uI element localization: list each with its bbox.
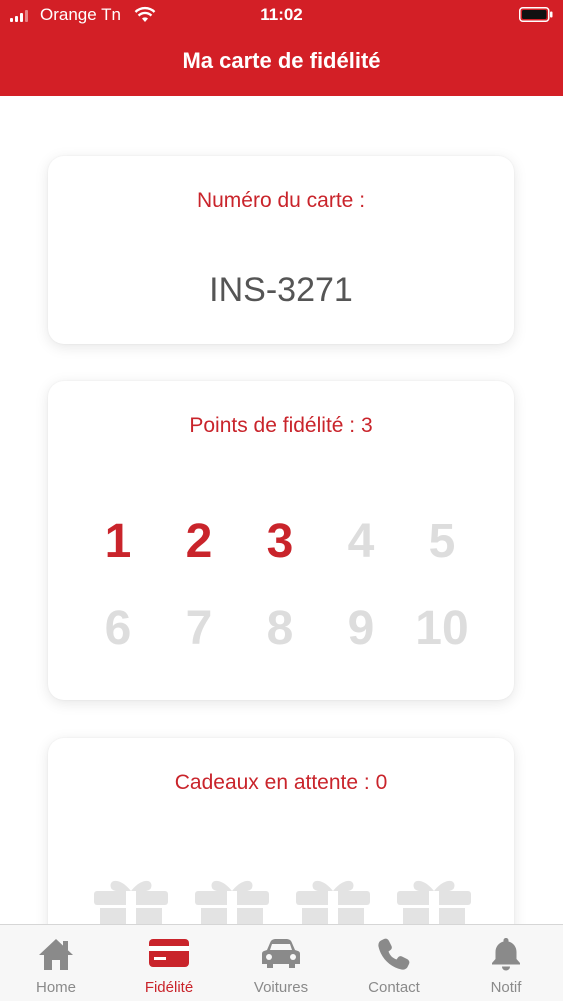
status-bar: Orange Tn 11:02 bbox=[0, 0, 563, 32]
loyalty-point: 8 bbox=[266, 602, 294, 655]
loyalty-points-label: Points de fidélité : 3 bbox=[189, 414, 373, 437]
tab-home-label: Home bbox=[35, 979, 76, 996]
loyalty-point: 1 bbox=[104, 515, 132, 568]
card-number-label: Numéro du carte : bbox=[196, 189, 366, 212]
bell-icon bbox=[492, 938, 520, 971]
battery-icon bbox=[519, 7, 553, 22]
tab-fidelite-label: Fidélité bbox=[144, 979, 194, 996]
tab-notif-label: Notif bbox=[490, 979, 522, 996]
tab-contact-label: Contact bbox=[368, 979, 420, 996]
phone-icon bbox=[378, 938, 410, 970]
loyalty-point: 9 bbox=[347, 602, 375, 655]
car-icon bbox=[262, 939, 300, 968]
tab-home[interactable]: Home bbox=[6, 925, 106, 1001]
loyalty-point: 10 bbox=[415, 602, 469, 655]
loyalty-point: 4 bbox=[347, 515, 375, 568]
loyalty-point: 7 bbox=[185, 602, 213, 655]
tab-fidelite[interactable]: Fidélité bbox=[119, 925, 219, 1001]
loyalty-point: 2 bbox=[185, 515, 213, 568]
tab-contact[interactable]: Contact bbox=[344, 925, 444, 1001]
loyalty-points-panel: Points de fidélité : 3 1 2 3 4 5 6 7 8 9… bbox=[48, 381, 514, 700]
tab-voitures[interactable]: Voitures bbox=[231, 925, 331, 1001]
status-time: 11:02 bbox=[260, 5, 303, 24]
pending-gifts-label: Cadeaux en attente : 0 bbox=[174, 771, 388, 794]
card-icon bbox=[149, 939, 189, 967]
loyalty-point: 6 bbox=[104, 602, 132, 655]
app-header: Orange Tn 11:02 Ma carte de fidélité bbox=[0, 0, 563, 96]
tab-notif[interactable]: Notif bbox=[456, 925, 556, 1001]
loyalty-point: 3 bbox=[266, 515, 294, 568]
tab-voitures-label: Voitures bbox=[253, 979, 309, 996]
tab-bar: Home Fidélité Voitures Contact Notif bbox=[0, 924, 563, 1001]
page-title: Ma carte de fidélité bbox=[182, 48, 381, 73]
loyalty-point: 5 bbox=[428, 515, 456, 568]
card-number-panel: Numéro du carte : INS-3271 bbox=[48, 156, 514, 344]
home-icon bbox=[39, 939, 73, 970]
card-number-value: INS-3271 bbox=[209, 271, 353, 309]
